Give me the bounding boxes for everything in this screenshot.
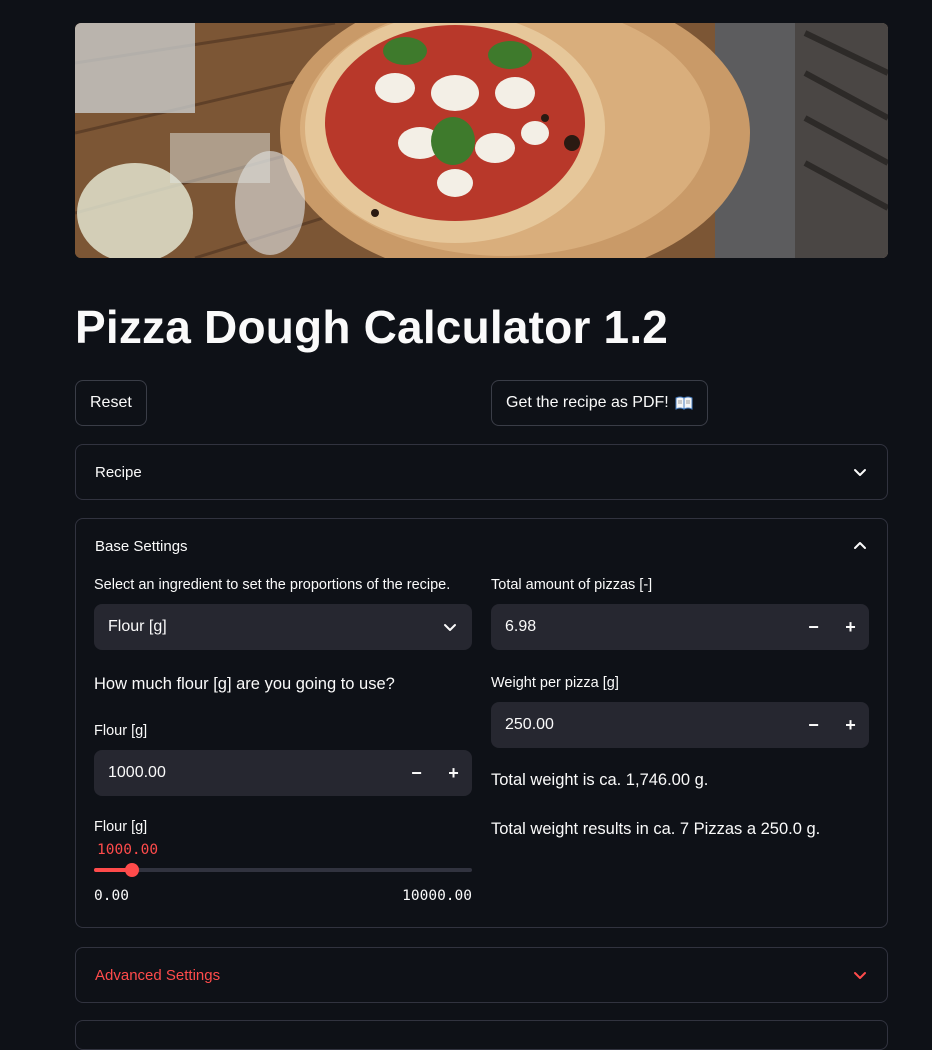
- chevron-down-icon: [854, 469, 866, 476]
- total-pizzas-input[interactable]: 6.98 − +: [491, 604, 869, 650]
- ingredient-select[interactable]: Flour [g]: [94, 604, 472, 650]
- flour-number-input[interactable]: 1000.00 − +: [94, 750, 472, 796]
- next-expander[interactable]: [75, 1020, 888, 1050]
- advanced-settings-expander-header[interactable]: Advanced Settings: [76, 948, 887, 1002]
- total-pizzas-value[interactable]: 6.98: [491, 618, 795, 636]
- weight-per-pizza-decrement-button[interactable]: −: [795, 702, 832, 748]
- get-recipe-pdf-button[interactable]: Get the recipe as PDF!: [491, 380, 708, 426]
- open-book-icon: [675, 396, 693, 410]
- chevron-up-icon: [854, 542, 866, 549]
- flour-slider-thumb[interactable]: [124, 863, 139, 877]
- reset-button[interactable]: Reset: [75, 380, 147, 426]
- total-pizzas-label: Total amount of pizzas [-]: [491, 577, 653, 593]
- advanced-settings-expander: Advanced Settings: [75, 947, 888, 1003]
- get-recipe-pdf-label: Get the recipe as PDF!: [506, 394, 669, 411]
- recipe-expander: Recipe: [75, 444, 888, 500]
- flour-input-value[interactable]: 1000.00: [94, 764, 398, 782]
- total-pizzas-decrement-button[interactable]: −: [795, 604, 832, 650]
- flour-slider-label: Flour [g]: [94, 819, 148, 835]
- flour-slider-track[interactable]: [94, 868, 472, 872]
- recipe-expander-header[interactable]: Recipe: [76, 445, 887, 499]
- recipe-expander-label: Recipe: [95, 463, 142, 481]
- ingredient-select-label: Select an ingredient to set the proporti…: [94, 577, 451, 593]
- chevron-down-icon: [854, 972, 866, 979]
- base-settings-expander-label: Base Settings: [95, 537, 188, 555]
- flour-input-label: Flour [g]: [94, 723, 148, 739]
- ingredient-select-value: Flour [g]: [108, 618, 167, 635]
- hero-image: [75, 23, 888, 258]
- base-settings-expander-header[interactable]: Base Settings: [76, 519, 887, 573]
- flour-decrement-button[interactable]: −: [398, 750, 435, 796]
- pizza-photo: [75, 23, 888, 258]
- flour-question: How much flour [g] are you going to use?: [94, 675, 395, 693]
- total-weight-text: Total weight is ca. 1,746.00 g.: [491, 771, 709, 789]
- page-title: Pizza Dough Calculator 1.2: [75, 301, 669, 353]
- weight-per-pizza-label: Weight per pizza [g]: [491, 675, 619, 691]
- weight-per-pizza-input[interactable]: 250.00 − +: [491, 702, 869, 748]
- flour-slider-max: 10000.00: [402, 888, 472, 904]
- flour-slider-value: 1000.00: [97, 842, 159, 858]
- weight-per-pizza-value[interactable]: 250.00: [491, 716, 795, 734]
- flour-slider-min: 0.00: [94, 888, 129, 904]
- flour-increment-button[interactable]: +: [435, 750, 472, 796]
- result-text: Total weight results in ca. 7 Pizzas a 2…: [491, 820, 821, 838]
- chevron-down-icon: [444, 624, 456, 631]
- advanced-settings-expander-label: Advanced Settings: [95, 966, 221, 984]
- total-pizzas-increment-button[interactable]: +: [832, 604, 869, 650]
- weight-per-pizza-increment-button[interactable]: +: [832, 702, 869, 748]
